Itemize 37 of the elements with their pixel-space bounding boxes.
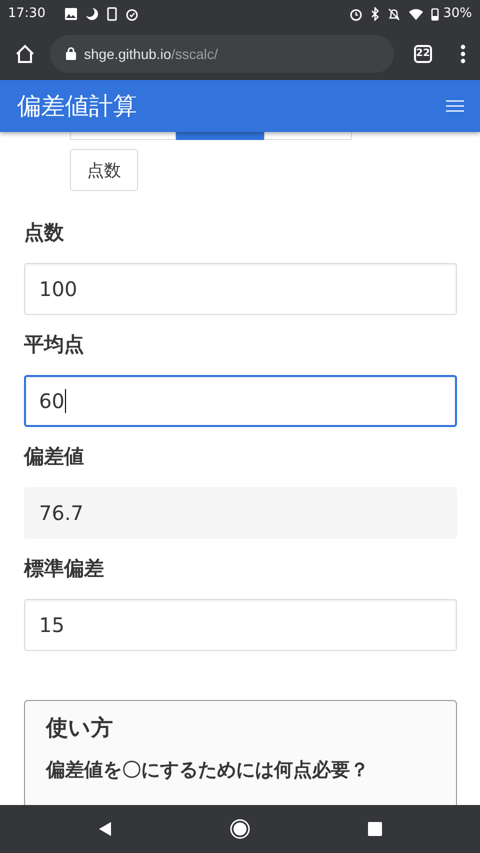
app-title: 偏差値計算 [17,91,137,122]
text-cursor [65,389,66,413]
score-mode-button[interactable]: 点数 [70,149,138,191]
menu-icon[interactable] [446,100,464,112]
alarm-icon [125,6,140,20]
clock-time: 17:30 [8,6,46,21]
card-subtitle: 偏差値を〇にするためには何点必要？ [46,758,370,783]
field-label: 点数 [24,219,65,246]
muted-bell-icon [387,6,402,20]
card-title: 使い方 [46,714,114,743]
more-icon[interactable] [460,44,466,64]
image-icon [64,6,78,20]
field-value: 15 [39,613,64,637]
input-field[interactable]: 15 [24,599,457,651]
phone-icon [106,6,118,20]
home-icon[interactable] [228,818,251,840]
address-bar[interactable]: shge.github.io/sscalc/ [50,34,394,72]
input-field[interactable]: 60 [24,375,457,427]
battery-icon [431,6,440,20]
tab-count-button[interactable]: 22 [414,44,432,62]
moon-icon [85,6,100,20]
field-value: 60 [39,389,64,413]
battery-percent: 30% [443,6,472,21]
input-field[interactable]: 100 [24,263,457,315]
lock-icon [66,47,76,60]
field-label: 平均点 [24,331,85,358]
result-value: 76.7 [39,501,84,525]
field-label: 標準偏差 [24,555,105,582]
recents-icon[interactable] [368,822,382,836]
alarm-icon [349,6,364,20]
field-label: 偏差値 [24,443,85,470]
url-text: shge.github.io/sscalc/ [84,46,218,62]
bluetooth-icon [370,6,380,20]
wifi-icon [408,6,424,20]
back-icon[interactable] [98,821,112,837]
field-value: 100 [39,277,78,301]
home-icon[interactable] [14,42,36,64]
